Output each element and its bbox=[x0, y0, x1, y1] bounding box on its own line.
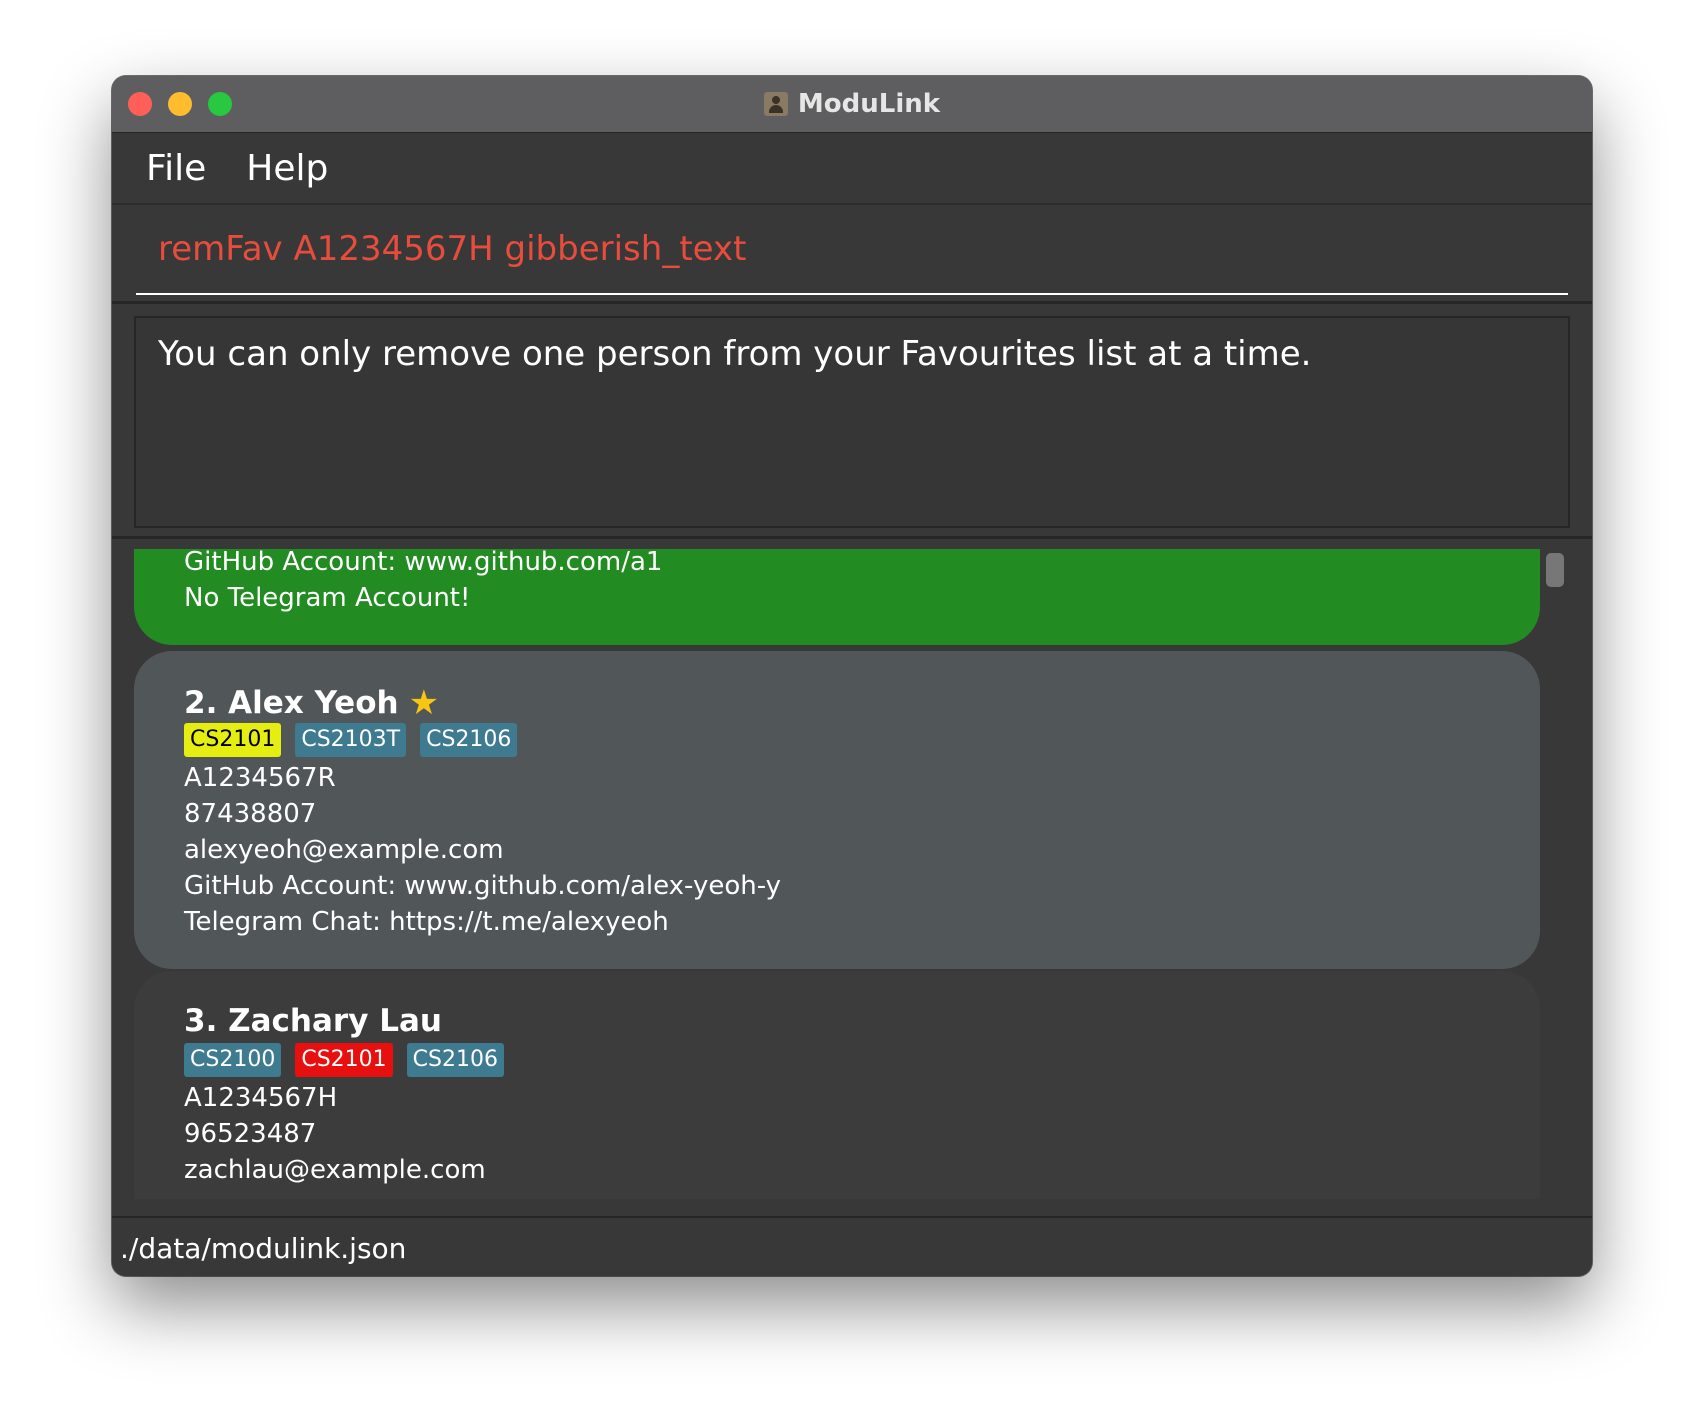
tag: CS2101 bbox=[184, 723, 282, 757]
result-message: You can only remove one person from your… bbox=[158, 334, 1312, 374]
person-tags: CS2101 CS2103T CS2106 bbox=[184, 723, 531, 757]
person-tags: CS2100 CS2101 CS2106 bbox=[184, 1043, 518, 1077]
person-github: GitHub Account: www.github.com/alex-yeoh… bbox=[184, 871, 782, 901]
window-title-wrap: ModuLink bbox=[112, 76, 1592, 132]
person-name-row: 2. Alex Yeoh ★ bbox=[184, 683, 439, 723]
menu-file[interactable]: File bbox=[146, 148, 206, 189]
command-input[interactable]: remFav A1234567H gibberish_text bbox=[136, 205, 1568, 295]
command-input-text: remFav A1234567H gibberish_text bbox=[158, 229, 747, 269]
tag: CS2106 bbox=[406, 1043, 504, 1077]
person-id: A1234567H bbox=[184, 1083, 338, 1113]
person-phone: 87438807 bbox=[184, 799, 317, 829]
window-title: ModuLink bbox=[797, 89, 941, 119]
title-bar: ModuLink bbox=[112, 76, 1592, 133]
person-phone: 96523487 bbox=[184, 1119, 317, 1149]
person-card[interactable]: 2. Alex Yeoh ★ CS2101 CS2103T CS2106 A12… bbox=[134, 651, 1540, 969]
tag: CS2103T bbox=[295, 723, 407, 757]
person-name-row: 3. Zachary Lau bbox=[184, 1003, 442, 1039]
person-email: alexyeoh@example.com bbox=[184, 835, 504, 865]
person-name: 3. Zachary Lau bbox=[184, 1003, 442, 1039]
person-email: zachlau@example.com bbox=[184, 1155, 486, 1185]
app-window: ModuLink File Help remFav A1234567H gibb… bbox=[112, 76, 1592, 1276]
person-card[interactable]: 3. Zachary Lau CS2100 CS2101 CS2106 A123… bbox=[134, 971, 1540, 1199]
command-box-area: remFav A1234567H gibberish_text bbox=[112, 205, 1592, 304]
menu-help[interactable]: Help bbox=[246, 148, 328, 189]
tag: CS2101 bbox=[295, 1043, 393, 1077]
person-telegram: No Telegram Account! bbox=[184, 583, 471, 613]
person-id: A1234567R bbox=[184, 763, 336, 793]
person-github: GitHub Account: www.github.com/a1 bbox=[184, 547, 663, 577]
tag: CS2100 bbox=[184, 1043, 282, 1077]
contact-book-icon bbox=[763, 92, 788, 116]
menu-bar: File Help bbox=[112, 133, 1592, 205]
tag: CS2106 bbox=[420, 723, 518, 757]
person-list[interactable]: GitHub Account: www.github.com/a1 No Tel… bbox=[112, 539, 1592, 1199]
scrollbar-thumb[interactable] bbox=[1546, 553, 1564, 587]
status-bar: ./data/modulink.json bbox=[112, 1216, 1592, 1276]
result-display: You can only remove one person from your… bbox=[134, 316, 1570, 528]
person-telegram: Telegram Chat: https://t.me/alexyeoh bbox=[184, 907, 669, 937]
person-card-selected[interactable]: GitHub Account: www.github.com/a1 No Tel… bbox=[134, 547, 1540, 645]
person-name: 2. Alex Yeoh bbox=[184, 685, 399, 721]
star-icon: ★ bbox=[408, 683, 440, 723]
save-location: ./data/modulink.json bbox=[120, 1231, 407, 1265]
